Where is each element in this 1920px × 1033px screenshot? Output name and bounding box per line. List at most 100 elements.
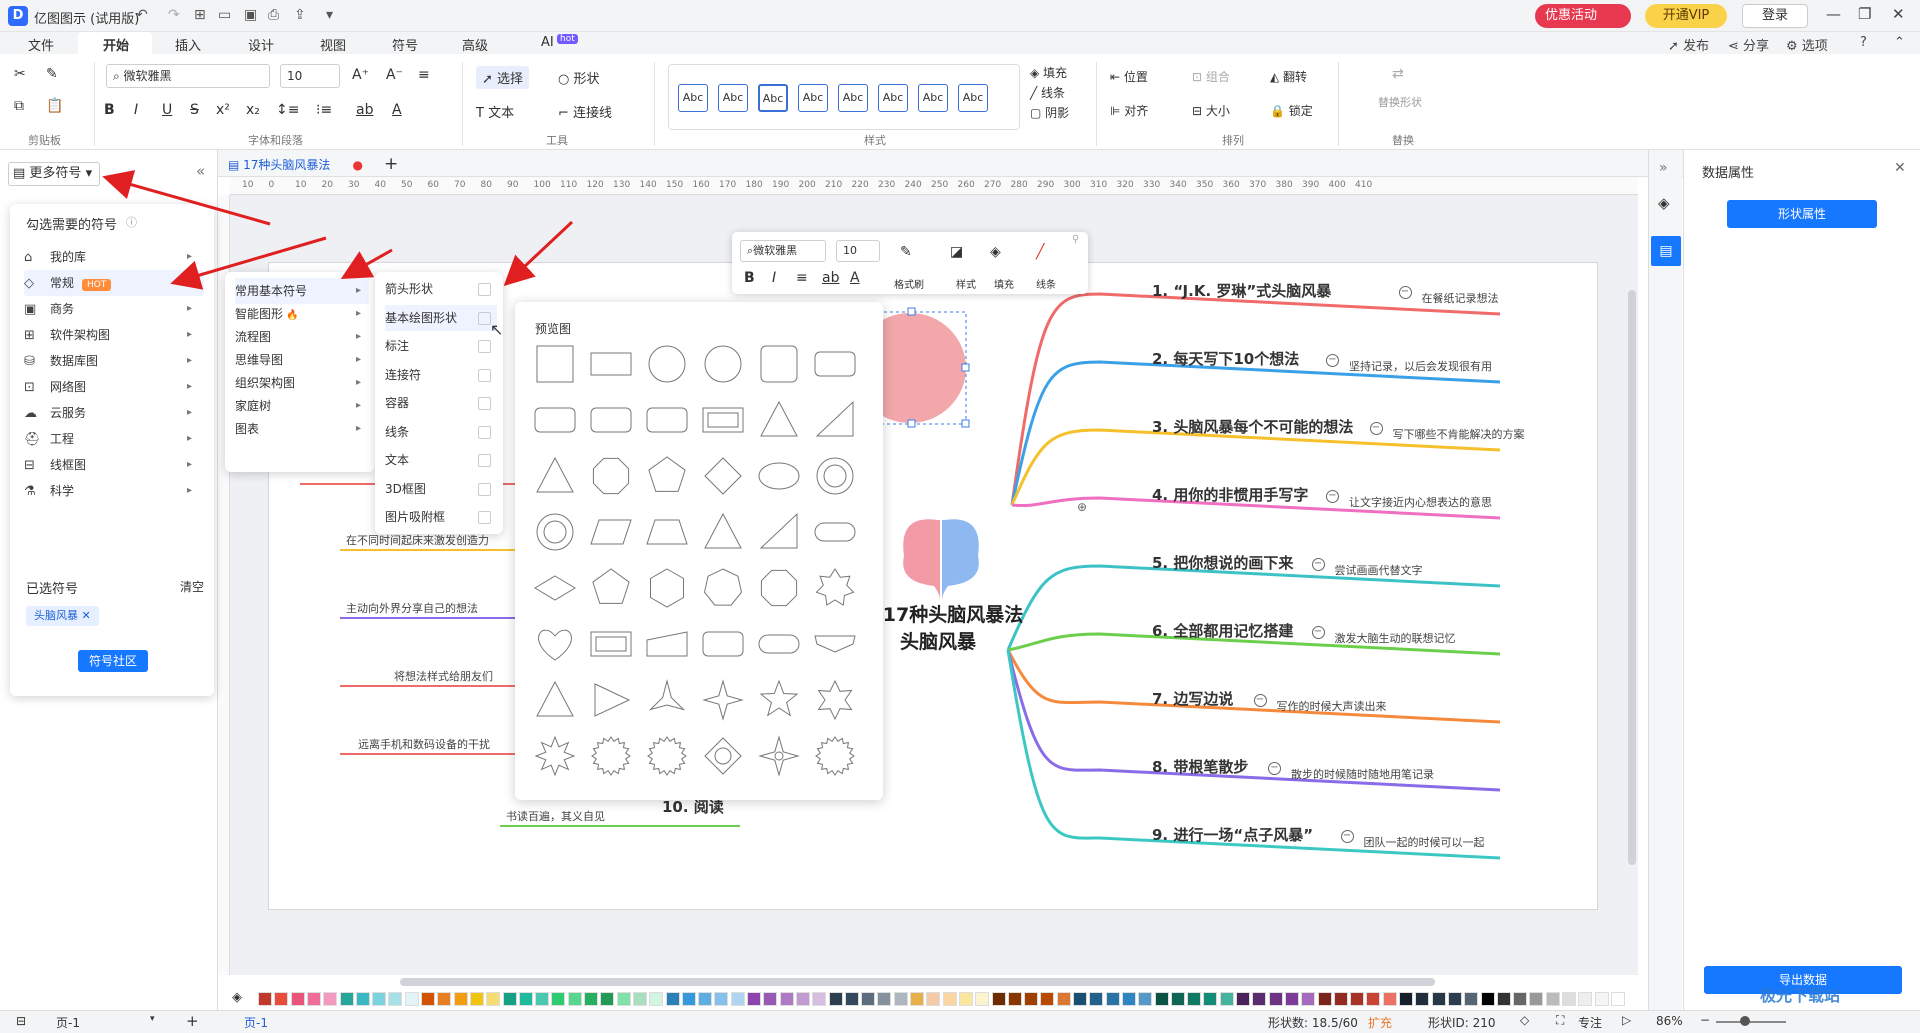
float-bold-icon[interactable]: B [744,270,755,286]
color-swatch[interactable] [1056,992,1071,1006]
color-swatch[interactable] [584,992,598,1006]
symbol-community-button[interactable]: 符号社区 [78,650,148,672]
color-swatch[interactable] [828,992,843,1006]
collapse-icon[interactable]: − [1268,762,1281,775]
color-swatch[interactable] [1578,992,1593,1006]
color-swatch[interactable] [1089,992,1104,1006]
page-layout-icon[interactable]: ⊟ [16,1014,26,1028]
branch-note[interactable]: 激发大脑生动的联想记忆 [1335,630,1456,646]
color-swatch[interactable] [1464,992,1479,1006]
branch-title[interactable]: 1. “J.K. 罗琳”式头脑风暴 [1152,280,1331,301]
branch-title[interactable]: 8. 带根笔散步 [1152,756,1248,777]
pin-icon[interactable]: ⚲ [1072,234,1079,245]
color-swatch[interactable] [1317,992,1332,1006]
page-tab[interactable]: 页-1 [244,1014,268,1031]
color-swatch[interactable] [486,992,501,1006]
branch-title[interactable]: 7. 边写边说 [1152,688,1233,709]
color-swatch[interactable] [1496,992,1511,1006]
color-swatch[interactable] [795,992,810,1006]
collapse-icon[interactable]: − [1311,626,1325,639]
color-swatch[interactable] [323,992,338,1006]
color-swatch[interactable] [1170,992,1185,1006]
symbol-set-item[interactable]: 基本绘图形状 [385,304,497,331]
color-swatch[interactable] [1415,992,1430,1006]
branch-note[interactable]: 散步的时候随时随地用笔记录 [1291,766,1434,782]
symbol-set-item[interactable]: 连接符 [385,362,497,388]
branch-title[interactable]: 3. 头脑风暴每个不可能的想法 [1152,416,1353,437]
color-swatch[interactable] [975,992,990,1006]
symbol-set-item[interactable]: 3D框图 [385,476,497,502]
symbol-set-item[interactable]: 线条 [385,419,497,445]
data-properties-icon[interactable]: ▤ [1651,236,1681,266]
color-swatch[interactable] [1513,992,1528,1006]
color-swatch[interactable] [1138,992,1153,1006]
close-panel-icon[interactable]: ✕ [1894,160,1906,176]
color-swatch[interactable] [1284,992,1299,1006]
symbol-set-item[interactable]: 容器 [385,390,497,416]
branch-title[interactable]: 6. 全部都用记忆搭建 [1152,620,1293,641]
float-italic-icon[interactable]: I [772,270,776,286]
color-swatch[interactable] [1350,992,1365,1006]
shape-properties-button[interactable]: 形状属性 [1727,200,1877,228]
color-swatch[interactable] [893,992,908,1006]
color-swatch[interactable] [730,992,745,1006]
zoom-thumb[interactable] [1740,1016,1750,1026]
color-swatch[interactable] [649,992,664,1006]
add-page-icon[interactable]: + [186,1012,199,1030]
color-swatch[interactable] [763,992,778,1006]
collapse-panel-icon[interactable]: « [196,162,205,180]
color-swatch[interactable] [958,992,973,1006]
zoom-out-icon[interactable]: − [1700,1013,1710,1027]
left-branch-note[interactable]: 远离手机和数码设备的干扰 [358,736,490,752]
color-swatch[interactable] [812,992,827,1006]
symbol-set-item[interactable]: 箭头形状 [385,276,497,302]
color-swatch[interactable] [502,992,517,1006]
symbol-set-item[interactable]: 标注 [385,333,497,359]
color-swatch[interactable] [1040,992,1055,1006]
collapse-icon[interactable]: − [1369,422,1383,435]
layers-icon[interactable]: ◇ [1520,1013,1529,1027]
category-item[interactable]: ⛁ 数据库图 ▸ [24,348,204,374]
color-swatch[interactable] [1562,992,1576,1006]
category-item[interactable]: ⊞ 软件架构图 ▸ [24,322,204,348]
checkbox[interactable] [478,511,491,524]
branch-note[interactable]: 尝试画画代替文字 [1335,562,1423,578]
category-item[interactable]: ⚗ 科学 ▸ [24,478,204,504]
color-swatch[interactable] [1594,992,1609,1006]
collapse-icon[interactable]: − [1326,490,1339,503]
color-swatch[interactable] [1399,992,1413,1006]
paint-bucket-icon[interactable]: ◈ [1658,194,1670,212]
color-swatch[interactable] [1252,992,1267,1006]
color-swatch[interactable] [942,992,957,1006]
branch-title[interactable]: 9. 进行一场“点子风暴” [1152,824,1313,845]
color-swatch[interactable] [339,992,354,1006]
checkbox[interactable] [478,482,491,496]
left-branch-note[interactable]: 在不同时间起床来激发创造力 [346,532,489,548]
color-swatch[interactable] [1333,992,1348,1006]
color-swatch[interactable] [747,992,761,1006]
color-swatch[interactable] [861,992,876,1006]
float-highlight-icon[interactable]: ab [822,270,839,286]
clear-button[interactable]: 清空 [180,578,204,595]
symbol-set-item[interactable]: 文本 [385,447,497,473]
color-palette[interactable] [230,992,1638,1006]
page-select[interactable]: 页-1 [56,1014,80,1031]
category-item[interactable]: ⌂ 我的库 ▸ [24,244,204,270]
page-dropdown-icon[interactable]: ▾ [150,1014,155,1024]
color-swatch[interactable] [1480,992,1495,1006]
color-swatch[interactable] [258,992,272,1006]
collapse-icon[interactable]: − [1398,286,1412,299]
color-swatch[interactable] [1366,992,1381,1006]
color-swatch[interactable] [1236,992,1250,1006]
color-swatch[interactable] [274,992,289,1006]
float-font-select[interactable]: ⌕微软雅黑 [740,240,826,262]
color-swatch[interactable] [1203,992,1218,1006]
color-swatch[interactable] [355,992,370,1006]
info-icon[interactable]: ⓘ [126,214,137,230]
color-swatch[interactable] [1447,992,1462,1006]
color-swatch[interactable] [518,992,533,1006]
focus-label[interactable]: 专注 [1578,1014,1602,1031]
zoom-slider[interactable] [1716,1021,1786,1023]
play-icon[interactable]: ▷ [1622,1013,1631,1027]
collapse-icon[interactable]: − [1253,694,1267,707]
